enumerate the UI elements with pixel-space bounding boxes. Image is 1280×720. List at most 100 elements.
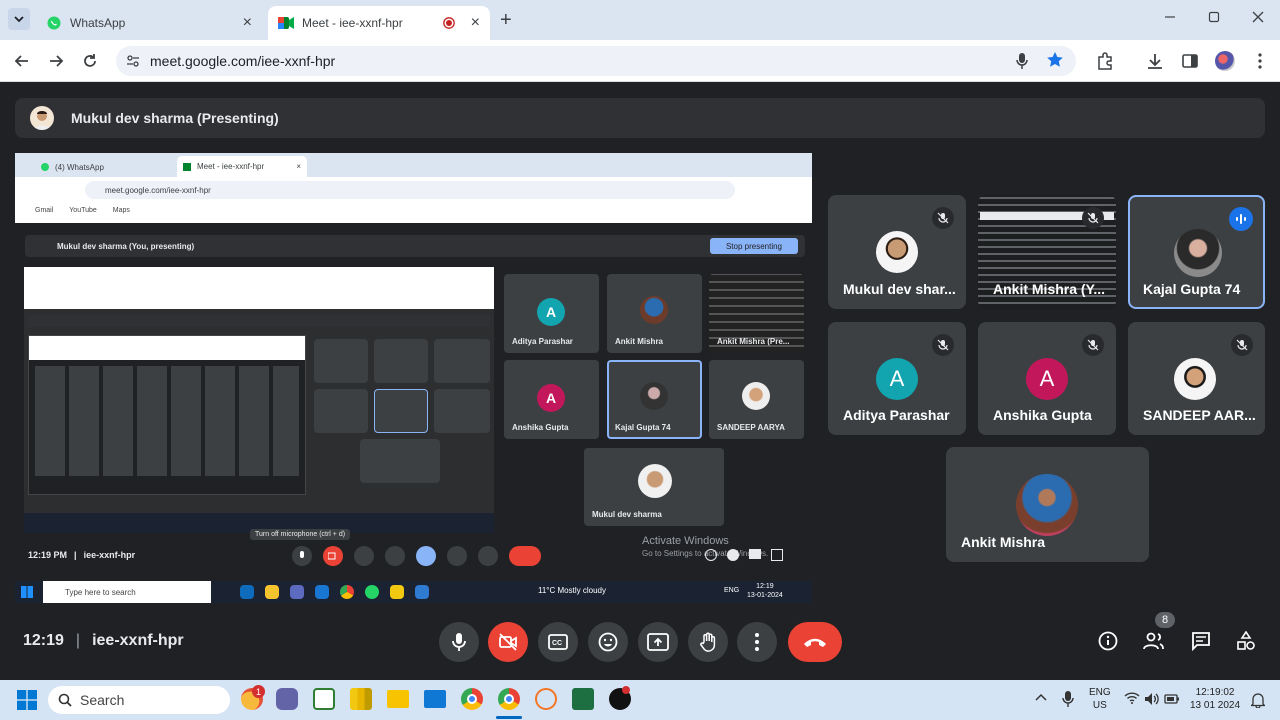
vscode-icon: [415, 585, 429, 599]
back-icon[interactable]: [10, 49, 34, 73]
more-options-button[interactable]: [737, 622, 777, 662]
powerbi-icon[interactable]: [350, 688, 372, 710]
profile-avatar[interactable]: [1215, 51, 1235, 71]
shared-tab-title: (4) WhatsApp: [55, 162, 104, 172]
camera-off-button[interactable]: [488, 622, 528, 662]
participant-avatar: [876, 231, 918, 273]
clock-time: 12:19:02: [1195, 687, 1235, 698]
shared-tile-anshika: A Anshika Gupta: [504, 360, 599, 439]
jupyter-icon[interactable]: [535, 688, 557, 710]
taskbar-search-box[interactable]: Search: [48, 686, 230, 714]
chrome-active-icon[interactable]: [498, 688, 520, 710]
chevron-up-icon[interactable]: [1035, 692, 1047, 702]
close-tab-icon: ×: [296, 162, 301, 171]
people-button[interactable]: [1136, 623, 1172, 659]
chat-button[interactable]: [1183, 623, 1219, 659]
shared-avatar: A: [537, 298, 565, 326]
download-icon[interactable]: [1143, 49, 1167, 73]
taskbar-microphone-icon[interactable]: [1062, 690, 1074, 708]
close-tab-icon[interactable]: ×: [243, 14, 252, 32]
recording-icon: [443, 17, 455, 29]
participant-avatar: [1174, 358, 1216, 400]
shared-tile-mukul: Mukul dev sharma: [584, 448, 724, 526]
nested-bar: [28, 315, 490, 327]
microphone-icon: [452, 632, 466, 652]
activate-windows-title: Activate Windows: [642, 535, 729, 547]
present-button[interactable]: [638, 622, 678, 662]
bookmark-gmail: Gmail: [35, 207, 54, 214]
bookmark-maps: Maps: [112, 207, 130, 214]
close-window-button[interactable]: [1251, 10, 1265, 24]
file-explorer-icon[interactable]: [387, 690, 409, 708]
bookmark-star-icon[interactable]: [1046, 51, 1064, 69]
maximize-button[interactable]: [1207, 10, 1221, 24]
windows-start-button[interactable]: [17, 690, 37, 710]
new-tab-button[interactable]: +: [500, 9, 512, 32]
emoji-icon: [598, 632, 618, 652]
participant-tile-mukul[interactable]: Mukul dev shar...: [828, 195, 966, 309]
participant-tile-aditya[interactable]: A Aditya Parashar: [828, 322, 966, 435]
shared-presenting-bar: Mukul dev sharma (You, presenting): [25, 235, 805, 257]
captions-button[interactable]: CC: [538, 622, 578, 662]
participant-avatar: A: [876, 358, 918, 400]
tab-whatsapp[interactable]: WhatsApp ×: [36, 6, 262, 40]
activities-button[interactable]: [1228, 623, 1264, 659]
extensions-icon[interactable]: [1093, 49, 1117, 73]
volume-icon[interactable]: [1144, 692, 1160, 706]
participant-tile-kajal[interactable]: Kajal Gupta 74: [1128, 195, 1265, 309]
chevron-down-icon: [14, 14, 24, 24]
address-bar[interactable]: meet.google.com/iee-xxnf-hpr: [116, 46, 1076, 76]
mic-off-icon: [1231, 334, 1253, 356]
participant-name: Aditya Parashar: [843, 407, 950, 423]
shared-hand-button: [447, 546, 467, 566]
taskbar-clock[interactable]: 12:19:02 13 01 2024: [1190, 686, 1240, 712]
shared-avatar-photo: [640, 382, 668, 410]
notifications-bell-icon[interactable]: [1251, 692, 1265, 708]
participant-tile-sandeep[interactable]: SANDEEP AAR...: [1128, 322, 1265, 435]
site-info-icon[interactable]: [126, 54, 140, 68]
search-icon: [58, 693, 72, 707]
teams-icon[interactable]: [276, 688, 298, 710]
call-end-icon: [802, 636, 828, 648]
tab-search-button[interactable]: [8, 8, 30, 30]
google-meet-icon: [278, 15, 294, 31]
shared-tab-meet: Meet - iee-xxnf-hpr ×: [177, 156, 307, 177]
svg-text:CC: CC: [552, 640, 562, 647]
participant-tile-ankit-screen[interactable]: Ankit Mishra (Y...: [978, 195, 1116, 309]
participant-name: Mukul dev shar...: [843, 281, 956, 297]
mic-off-icon: [932, 334, 954, 356]
side-panel-icon[interactable]: [1178, 49, 1202, 73]
more-options-icon[interactable]: [1248, 49, 1272, 73]
camera-off-icon: [498, 633, 518, 651]
shared-tile-name: Mukul dev sharma: [592, 510, 662, 519]
chrome-icon[interactable]: [461, 688, 483, 710]
participant-tile-ankit[interactable]: Ankit Mishra: [946, 447, 1149, 562]
participant-name: Anshika Gupta: [993, 407, 1092, 423]
wifi-icon[interactable]: [1124, 692, 1140, 704]
shared-time: 12:19 PM: [28, 550, 68, 560]
battery-icon[interactable]: [1164, 693, 1180, 705]
tab-meet[interactable]: Meet - iee-xxnf-hpr ×: [268, 6, 490, 40]
microphone-icon[interactable]: [1016, 52, 1028, 70]
mail-icon[interactable]: [424, 690, 446, 708]
shared-tile-name: SANDEEP AARYA: [717, 423, 785, 432]
shared-weather: 11°C Mostly cloudy: [538, 586, 606, 595]
language-indicator[interactable]: ENG US: [1089, 686, 1111, 712]
minimize-button[interactable]: [1163, 10, 1177, 24]
close-tab-icon[interactable]: ×: [471, 14, 480, 32]
reactions-button[interactable]: [588, 622, 628, 662]
app-plus-icon[interactable]: [313, 688, 335, 710]
raise-hand-button[interactable]: [688, 622, 728, 662]
forward-icon[interactable]: [44, 49, 68, 73]
meeting-info-button[interactable]: [1090, 623, 1126, 659]
leave-call-button[interactable]: [788, 622, 842, 662]
notification-badge: 1: [252, 685, 265, 698]
reload-icon[interactable]: [78, 49, 102, 73]
microphone-button[interactable]: [439, 622, 479, 662]
participant-tile-anshika[interactable]: A Anshika Gupta: [978, 322, 1116, 435]
nested-screen-thumb: [28, 335, 306, 495]
excel-icon[interactable]: [572, 688, 594, 710]
shared-screen: (4) WhatsApp × Meet - iee-xxnf-hpr × mee…: [15, 153, 812, 603]
participant-avatar: [1174, 229, 1222, 277]
hand-icon: [699, 632, 717, 652]
